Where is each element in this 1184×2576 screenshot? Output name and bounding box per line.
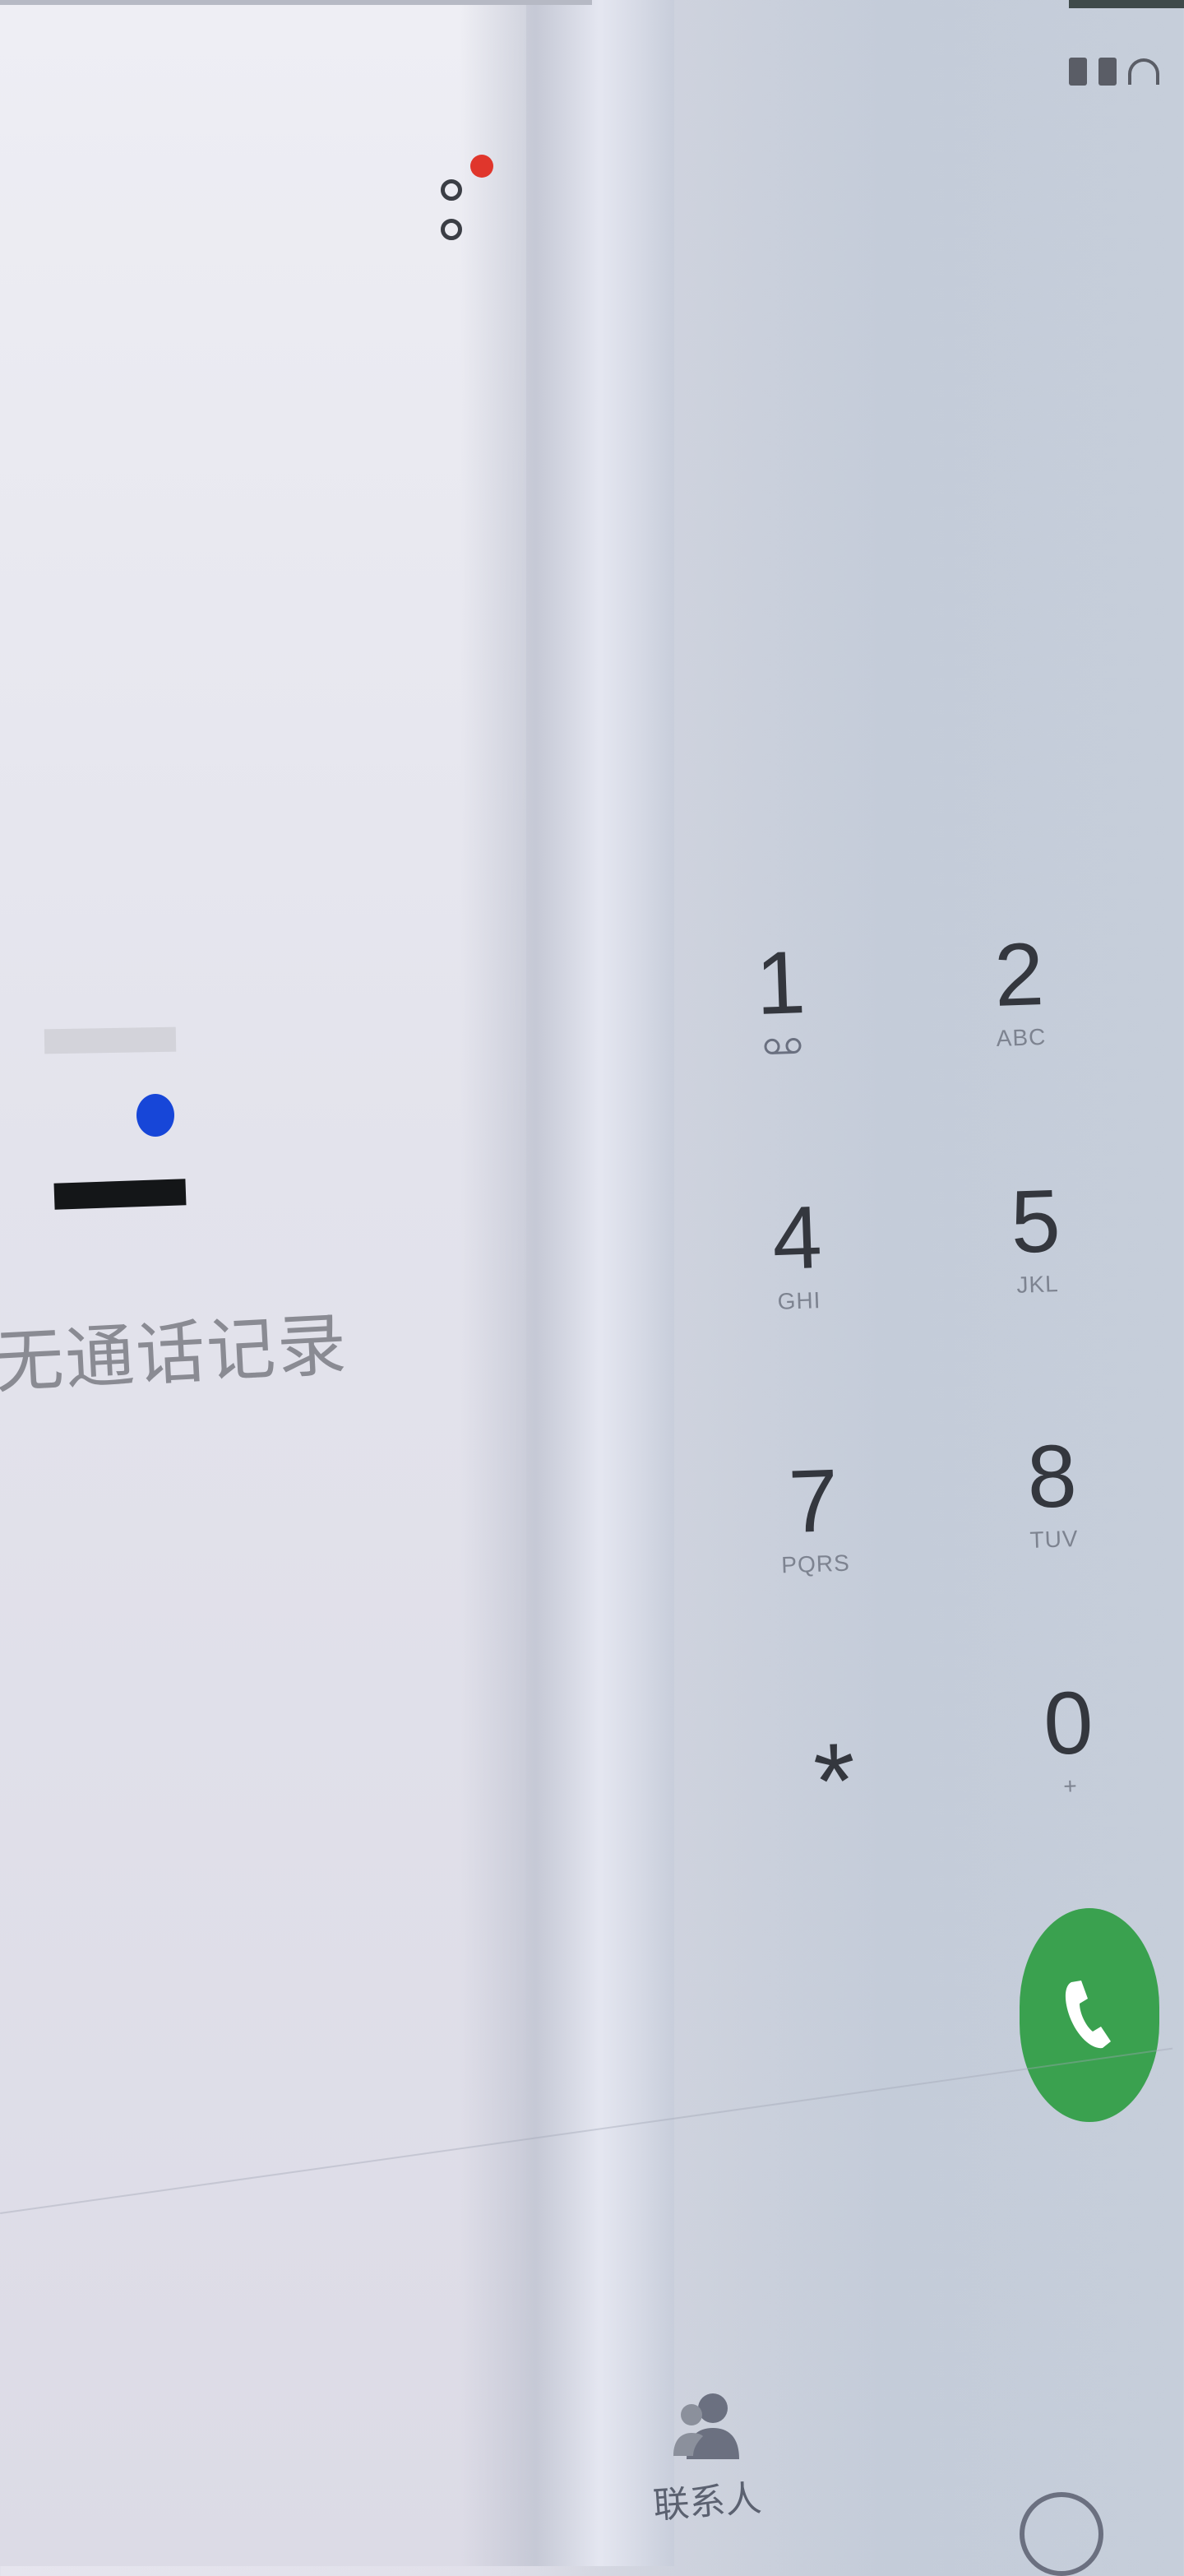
dialpad-key-1[interactable]: 1 bbox=[696, 932, 865, 1063]
dialpad-key-0[interactable]: 0 + bbox=[984, 1672, 1153, 1803]
tab-contacts[interactable]: 联系人 bbox=[650, 2385, 765, 2527]
dialpad-key-5[interactable]: 5 JKL bbox=[951, 1170, 1120, 1301]
dialpad-key-star[interactable]: * bbox=[751, 1720, 918, 1842]
more-dots-icon bbox=[441, 179, 462, 201]
contacts-icon bbox=[673, 2393, 739, 2459]
dialpad-key-7[interactable]: 7 PQRS bbox=[729, 1450, 898, 1581]
wifi-icon bbox=[1128, 58, 1159, 85]
sim-icon bbox=[1069, 58, 1087, 86]
tab-settings[interactable] bbox=[1020, 2492, 1103, 2576]
dialpad-key-2[interactable]: 2 ABC bbox=[935, 924, 1103, 1054]
battery-icon bbox=[1098, 58, 1117, 86]
status-bar bbox=[1069, 58, 1159, 86]
more-options-button[interactable] bbox=[434, 155, 493, 255]
call-button[interactable] bbox=[1020, 1908, 1159, 2122]
empty-call-log-text: 无通话记录 bbox=[0, 1305, 350, 1402]
screen-fold bbox=[460, 0, 674, 2566]
dialpad-key-8[interactable]: 8 TUV bbox=[968, 1425, 1136, 1556]
notification-badge bbox=[470, 155, 493, 178]
voicemail-icon bbox=[764, 1038, 802, 1054]
top-edge bbox=[0, 0, 592, 5]
call-log-pane bbox=[0, 0, 526, 2566]
device-edge bbox=[1069, 0, 1184, 8]
phone-icon bbox=[1065, 1981, 1111, 2049]
empty-state-illustration bbox=[41, 1020, 197, 1217]
dialpad-key-4[interactable]: 4 GHI bbox=[713, 1187, 881, 1318]
